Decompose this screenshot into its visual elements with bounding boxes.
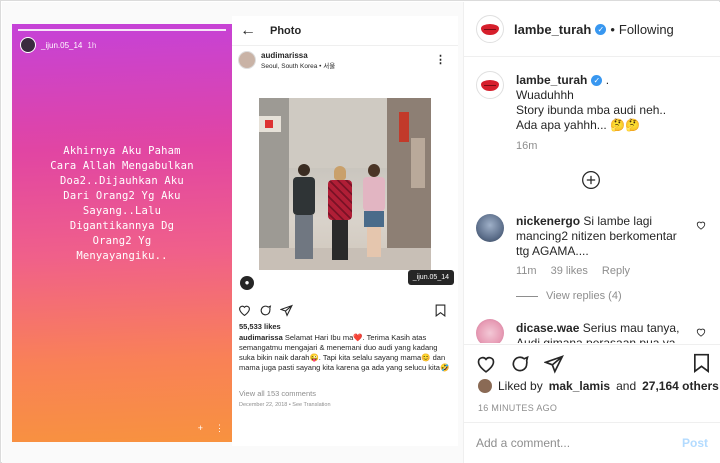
comment-icon (260, 304, 272, 315)
comment-item: dicase.wae Serius mau tanya, Audi gimana… (476, 319, 710, 343)
story-header: _ijun.05_14 1h (20, 37, 96, 53)
view-replies-button[interactable]: View replies (4) (516, 290, 622, 302)
photo-tag: _ijun.05_14 (407, 270, 454, 285)
story-footer: + ⋮ (198, 423, 224, 434)
story-text: Akhirnya Aku Paham Cara Allah Mengabulka… (50, 145, 194, 262)
story-username: _ijun.05_14 (41, 40, 83, 50)
comment-icon[interactable] (510, 354, 530, 374)
like-comment-icon[interactable] (696, 220, 706, 230)
like-comment-icon[interactable] (696, 327, 706, 337)
caption-line-3: Ada apa yahhh... 🤔🤔 (516, 118, 640, 132)
caption-time: 16m (516, 140, 538, 152)
more-icon: ⋮ (215, 423, 224, 433)
person-1 (289, 164, 319, 264)
add-comment-bar: Post (464, 422, 720, 463)
post-sidebar: lambe_turah ✓ • Following lambe_turah ✓ .… (463, 2, 720, 463)
photo-topbar: ← Photo (232, 16, 458, 46)
caption-body: lambe_turah ✓ . Wuaduhhh Story ibunda mba… (516, 73, 690, 133)
add-person-icon: + (197, 423, 203, 433)
back-arrow-icon: ← (240, 21, 256, 39)
more-options-icon: ⋮ (435, 54, 446, 66)
liked-by-count[interactable]: 27,164 others (642, 379, 719, 393)
comment-meta: 11m 39 likes Reply (516, 265, 630, 277)
comment-input[interactable] (476, 436, 682, 450)
author-username[interactable]: lambe_turah (514, 22, 591, 37)
comment-avatar[interactable] (476, 319, 504, 343)
comment-body: nickenergo Si lambe lagi mancing2 nitize… (516, 214, 690, 259)
lips-logo-icon (481, 79, 499, 91)
heart-icon (239, 305, 250, 316)
photo-likes: 55,533 likes (239, 322, 281, 331)
comment-username[interactable]: dicase.wae (516, 321, 579, 335)
photo-view-all-comments: View all 153 comments (239, 389, 316, 398)
post-comment-button[interactable]: Post (682, 436, 708, 450)
lips-logo-icon (481, 23, 499, 35)
liked-by-and: and (616, 379, 637, 393)
post-time-ago: 16 MINUTES AGO (478, 403, 558, 413)
following-button[interactable]: Following (619, 22, 674, 37)
caption-dot: . (602, 73, 610, 87)
separator-dot: • (610, 21, 615, 37)
share-icon[interactable] (544, 354, 564, 374)
reply-button[interactable]: Reply (602, 265, 630, 277)
photo-date: December 22, 2018 • See Translation (239, 402, 331, 408)
post-header: lambe_turah ✓ • Following (464, 2, 720, 57)
heart-icon[interactable] (476, 354, 496, 373)
comment-body: dicase.wae Serius mau tanya, Audi gimana… (516, 321, 690, 343)
replies-line (516, 295, 538, 297)
verified-badge-icon: ✓ (591, 75, 603, 86)
comment-avatar[interactable] (476, 214, 504, 242)
story-progress-bar (18, 29, 226, 31)
comment-time: 11m (516, 265, 537, 277)
caption-line-1: Wuaduhhh (516, 88, 574, 102)
photo-area: ● _ijun.05_14 (232, 76, 458, 308)
liker-avatar[interactable] (478, 379, 492, 393)
post-dialog: _ijun.05_14 1h Akhirnya Aku Paham Cara A… (0, 0, 720, 463)
liked-by: Liked by mak_lamis and 27,164 others (478, 379, 719, 393)
caption-line-2: Story ibunda mba audi neh.. (516, 103, 667, 117)
author-avatar[interactable] (476, 15, 504, 43)
caption-username[interactable]: lambe_turah (516, 73, 587, 87)
photo-username: audimarissa (261, 50, 308, 60)
photo-caption-user: audimarissa (239, 333, 283, 342)
photo-title: Photo (270, 24, 302, 37)
comment-username[interactable]: nickenergo (516, 214, 580, 228)
photo-avatar (238, 51, 256, 69)
tagged-people-icon: ● (240, 276, 254, 290)
caption-meta: 16m (516, 140, 537, 152)
photo-screenshot: ← Photo audimarissa Seoul, South Korea •… (232, 16, 458, 446)
liked-by-prefix: Liked by (498, 379, 543, 393)
photo-post-header: audimarissa Seoul, South Korea • 서울 ⋮ (232, 47, 458, 73)
load-more-comments-icon[interactable] (581, 170, 601, 190)
photo-caption: audimarissa Selamat Hari Ibu ma❤️. Terim… (239, 333, 452, 373)
share-icon (280, 304, 293, 317)
post-actions (464, 344, 720, 382)
verified-badge-icon: ✓ (595, 23, 607, 35)
person-3 (359, 164, 389, 264)
street-photo (259, 98, 431, 270)
caption-avatar[interactable] (476, 71, 504, 99)
photo-actions (238, 302, 452, 318)
bookmark-icon (435, 304, 446, 317)
photo-location: Seoul, South Korea • 서울 (261, 62, 336, 70)
bookmark-icon[interactable] (693, 353, 710, 373)
story-time: 1h (87, 40, 97, 50)
person-2 (325, 166, 355, 264)
comment-likes[interactable]: 39 likes (551, 265, 588, 277)
liked-by-user[interactable]: mak_lamis (549, 379, 610, 393)
view-replies-label: View replies (4) (546, 290, 622, 302)
story-avatar (20, 37, 36, 53)
post-media[interactable]: _ijun.05_14 1h Akhirnya Aku Paham Cara A… (2, 2, 463, 463)
story-screenshot: _ijun.05_14 1h Akhirnya Aku Paham Cara A… (12, 24, 232, 442)
